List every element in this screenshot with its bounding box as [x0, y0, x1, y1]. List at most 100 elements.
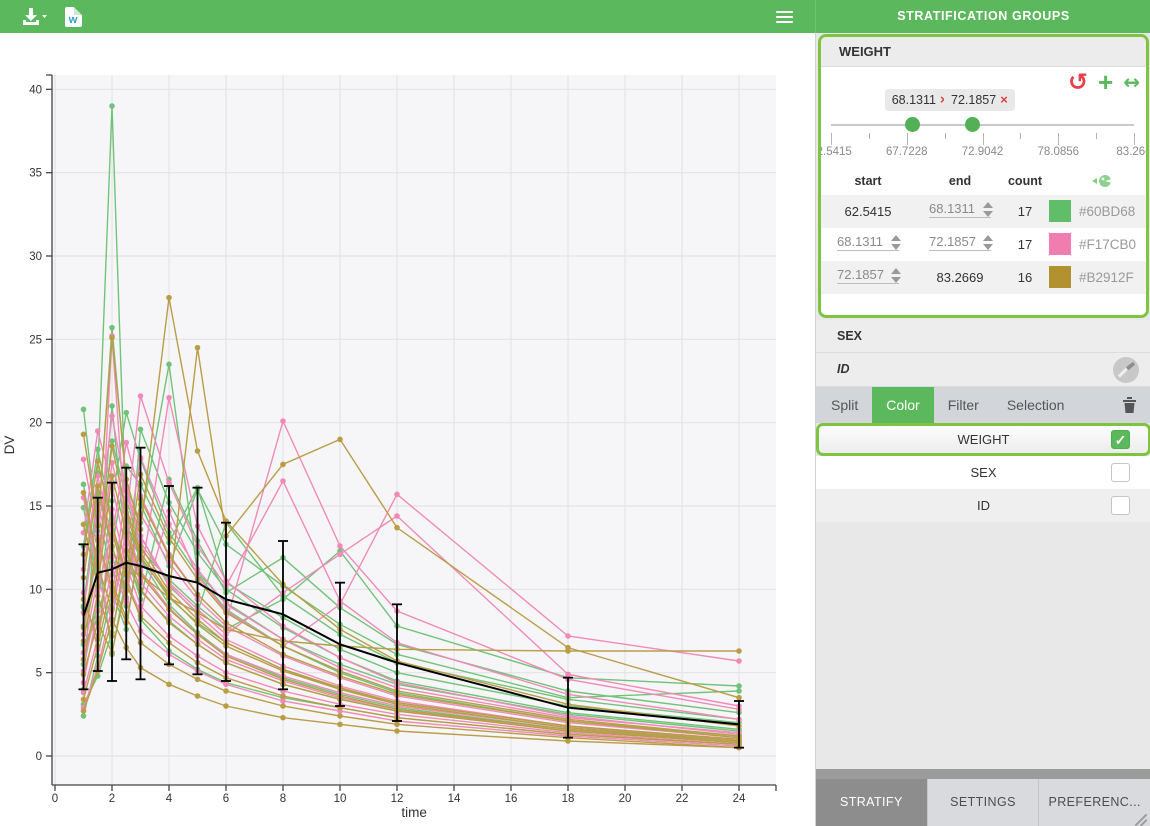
covariate-row-sex[interactable]: SEX — [816, 456, 1150, 489]
svg-text:18: 18 — [562, 793, 575, 805]
svg-text:4: 4 — [166, 793, 173, 805]
cutoff-chips: 68.1311×72.1857× — [821, 89, 1146, 113]
application-window: w STRATIFICATION GROUPS 0510152025303540… — [0, 0, 1150, 826]
interval-end-input[interactable] — [929, 201, 991, 218]
dv-time-plot[interactable]: 0510152025303540024681012141618202224tim… — [0, 0, 800, 826]
svg-text:8: 8 — [280, 793, 286, 805]
slider-tick — [1020, 133, 1021, 139]
stepper-arrows[interactable] — [891, 235, 901, 250]
color-swatch[interactable] — [1049, 233, 1071, 255]
color-hex-label: #F17CB0 — [1079, 228, 1136, 261]
interval-start-value: 62.5415 — [825, 195, 911, 228]
interval-end-input[interactable] — [929, 234, 991, 251]
slider-tick — [1058, 133, 1059, 145]
slider-tick — [831, 133, 832, 145]
sidebar-empty-area — [816, 523, 1150, 769]
svg-text:0: 0 — [36, 751, 42, 763]
interval-table-header: start end count — [821, 167, 1146, 195]
table-row: 83.2669 16 #B2912F — [821, 261, 1146, 294]
tab-color[interactable]: Color — [872, 387, 933, 423]
svg-text:30: 30 — [29, 251, 42, 263]
slider-scale-label: 67.7228 — [872, 146, 942, 158]
svg-text:16: 16 — [505, 793, 518, 805]
slider-handle[interactable] — [965, 117, 980, 132]
interval-end-value: 83.2669 — [917, 261, 1003, 294]
plot-background — [52, 75, 776, 785]
svg-text:40: 40 — [29, 84, 42, 96]
covariate-row-id[interactable]: ID — [816, 489, 1150, 522]
svg-text:15: 15 — [29, 501, 42, 513]
svg-text:12: 12 — [391, 793, 404, 805]
tab-settings[interactable]: SETTINGS — [928, 779, 1040, 826]
slider-tick — [983, 133, 984, 145]
svg-text:5: 5 — [36, 668, 42, 680]
tab-preferences[interactable]: PREFERENC... — [1039, 779, 1150, 826]
resize-handle[interactable] — [1135, 811, 1149, 825]
slider-handle[interactable] — [905, 117, 920, 132]
interval-count: 17 — [1003, 195, 1047, 228]
stratification-sidebar: WEIGHT ↺ + ↔ 68.1311×72.1857× 62.541567.… — [815, 33, 1150, 826]
trash-icon[interactable] — [1122, 396, 1137, 414]
svg-text:24: 24 — [733, 793, 746, 805]
covariate-label: ID — [816, 489, 1150, 522]
weight-panel-body: ↺ + ↔ 68.1311×72.1857× 62.541567.722872.… — [821, 67, 1146, 312]
x-axis-label: time — [401, 805, 427, 820]
svg-text:25: 25 — [29, 334, 42, 346]
column-header-count: count — [1003, 167, 1047, 195]
column-header-start: start — [825, 167, 911, 195]
slider-tick — [945, 133, 946, 139]
table-row: 62.5415 17 #60BD68 — [821, 195, 1146, 228]
section-sex[interactable]: SEX — [816, 320, 1150, 353]
interval-count: 16 — [1003, 261, 1047, 294]
color-swatch[interactable] — [1049, 266, 1071, 288]
bottom-tab-strip — [816, 769, 1150, 779]
checkbox-id-unchecked[interactable] — [1111, 496, 1130, 515]
stepper-arrows[interactable] — [983, 235, 993, 250]
svg-text:35: 35 — [29, 168, 42, 180]
color-swatch[interactable] — [1049, 200, 1071, 222]
section-id[interactable]: ID — [816, 353, 1150, 387]
color-hex-label: #B2912F — [1079, 261, 1134, 294]
palette-icon[interactable] — [1091, 174, 1113, 189]
weight-stratification-panel: WEIGHT ↺ + ↔ 68.1311×72.1857× 62.541567.… — [818, 34, 1149, 318]
y-axis-label: DV — [2, 436, 17, 455]
svg-text:20: 20 — [29, 418, 42, 430]
tab-split[interactable]: Split — [816, 387, 872, 423]
slider-tick — [1096, 133, 1097, 139]
svg-text:22: 22 — [676, 793, 689, 805]
weight-panel-header[interactable]: WEIGHT — [821, 37, 1146, 67]
interval-start-input[interactable] — [837, 234, 899, 251]
slider-tick — [869, 133, 870, 139]
remove-cutoff-icon[interactable]: × — [1000, 92, 1008, 107]
tab-selection[interactable]: Selection — [993, 387, 1079, 423]
tab-stratify[interactable]: STRATIFY — [816, 779, 928, 826]
slider-tick — [1134, 133, 1135, 145]
covariate-label: SEX — [816, 456, 1150, 489]
column-header-end: end — [917, 167, 1003, 195]
bottom-tab-bar: STRATIFY SETTINGS PREFERENC... — [816, 779, 1150, 826]
stratification-groups-title: STRATIFICATION GROUPS — [815, 0, 1150, 33]
cutoff-chip[interactable]: 72.1857× — [944, 89, 1015, 111]
svg-text:6: 6 — [223, 793, 229, 805]
weight-range-slider[interactable] — [831, 124, 1134, 126]
checkbox-sex-unchecked[interactable] — [1111, 463, 1130, 482]
svg-text:14: 14 — [448, 793, 461, 805]
color-picker-disabled-icon[interactable] — [1113, 357, 1139, 383]
covariate-row-weight[interactable]: WEIGHT ✓ — [816, 423, 1150, 456]
tab-filter[interactable]: Filter — [934, 387, 993, 423]
stepper-arrows[interactable] — [891, 268, 901, 283]
stepper-arrows[interactable] — [983, 202, 993, 217]
svg-text:2: 2 — [109, 793, 115, 805]
svg-text:10: 10 — [29, 584, 42, 596]
slider-scale-label: 78.0856 — [1023, 146, 1093, 158]
checkbox-weight-checked[interactable]: ✓ — [1111, 430, 1130, 449]
interval-table: start end count 62.5415 — [821, 167, 1146, 294]
slider-scale-label: 62.5415 — [818, 146, 866, 158]
svg-text:20: 20 — [619, 793, 632, 805]
interval-start-input[interactable] — [837, 267, 899, 284]
slider-tick — [907, 133, 908, 145]
svg-text:10: 10 — [334, 793, 347, 805]
slider-scale-label: 83.266 — [1099, 146, 1149, 158]
mode-tab-bar: Split Color Filter Selection — [816, 387, 1150, 423]
slider-scale-label: 72.9042 — [948, 146, 1018, 158]
